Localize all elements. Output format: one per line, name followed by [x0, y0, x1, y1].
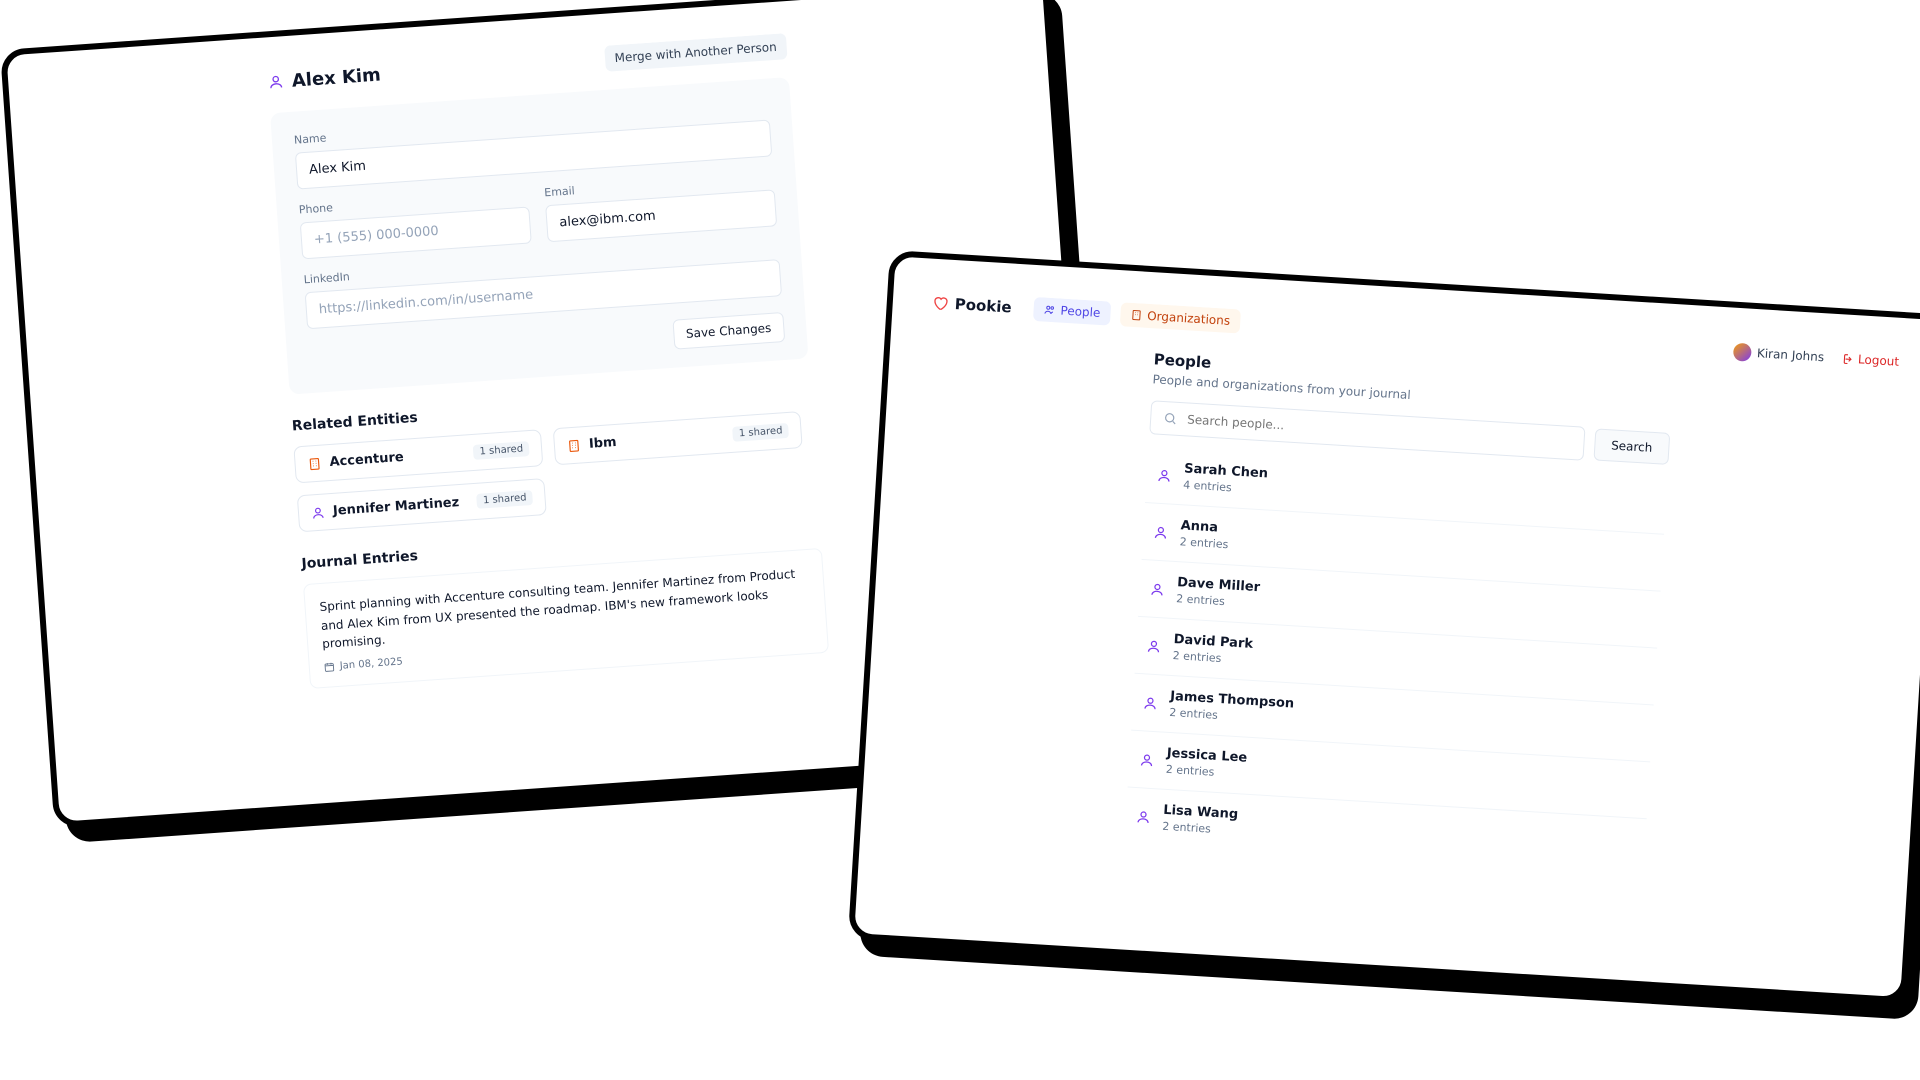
person-icon: [267, 73, 284, 90]
related-org[interactable]: Accenture 1 shared: [293, 429, 543, 483]
related-org[interactable]: Ibm 1 shared: [553, 411, 803, 465]
person-name: Alex Kim: [291, 64, 381, 91]
person-icon: [1135, 809, 1151, 825]
related-name: Jennifer Martinez: [332, 495, 459, 519]
person-icon: [1139, 752, 1155, 768]
building-icon: [1130, 309, 1143, 322]
person-entries: 4 entries: [1183, 478, 1268, 496]
related-name: Accenture: [329, 450, 404, 470]
search-button[interactable]: Search: [1593, 428, 1670, 465]
heart-icon: [932, 295, 949, 312]
person-entries: 2 entries: [1176, 592, 1260, 610]
related-person[interactable]: Jennifer Martinez 1 shared: [297, 478, 547, 532]
person-icon: [1146, 638, 1162, 654]
people-icon: [1043, 303, 1056, 316]
person-name: Anna: [1180, 518, 1229, 536]
person-entries: 2 entries: [1162, 820, 1238, 838]
person-icon: [311, 505, 326, 520]
shared-tag: 1 shared: [477, 490, 534, 509]
merge-button[interactable]: Merge with Another Person: [604, 33, 788, 72]
building-icon: [307, 456, 322, 471]
topbar: Pookie People Organizations Kiran Johns …: [932, 291, 1900, 374]
page-title: Alex Kim: [267, 64, 381, 93]
person-entries: 2 entries: [1165, 763, 1246, 781]
logout-icon: [1840, 352, 1854, 366]
brand[interactable]: Pookie: [932, 294, 1012, 317]
avatar: [1732, 343, 1751, 362]
person-icon: [1153, 524, 1169, 540]
search-input[interactable]: [1185, 411, 1572, 451]
building-icon: [567, 438, 582, 453]
save-button[interactable]: Save Changes: [672, 312, 785, 350]
person-entries: 2 entries: [1172, 649, 1252, 667]
people-list: Sarah Chen4 entriesAnna2 entriesDave Mil…: [1124, 446, 1667, 875]
search-icon: [1163, 411, 1178, 426]
person-icon: [1142, 695, 1158, 711]
related-name: Ibm: [588, 435, 617, 452]
calendar-icon: [323, 661, 335, 673]
tab-organizations[interactable]: Organizations: [1120, 302, 1241, 333]
person-name: Lisa Wang: [1163, 803, 1239, 823]
user-menu[interactable]: Kiran Johns: [1732, 343, 1824, 367]
edit-card: Name Phone Email LinkedIn Save Changes: [270, 77, 808, 395]
shared-tag: 1 shared: [732, 423, 789, 442]
logout-button[interactable]: Logout: [1840, 351, 1900, 369]
shared-tag: 1 shared: [473, 441, 530, 460]
tab-people[interactable]: People: [1033, 297, 1111, 326]
brand-name: Pookie: [954, 295, 1012, 316]
person-icon: [1156, 467, 1172, 483]
phone-input[interactable]: [300, 206, 532, 259]
email-input[interactable]: [545, 189, 777, 242]
nav-tabs: People Organizations: [1033, 297, 1241, 334]
journal-entry[interactable]: Sprint planning with Accenture consultin…: [303, 548, 829, 689]
person-entries: 2 entries: [1179, 535, 1228, 551]
person-icon: [1149, 581, 1165, 597]
user-name: Kiran Johns: [1757, 346, 1825, 364]
